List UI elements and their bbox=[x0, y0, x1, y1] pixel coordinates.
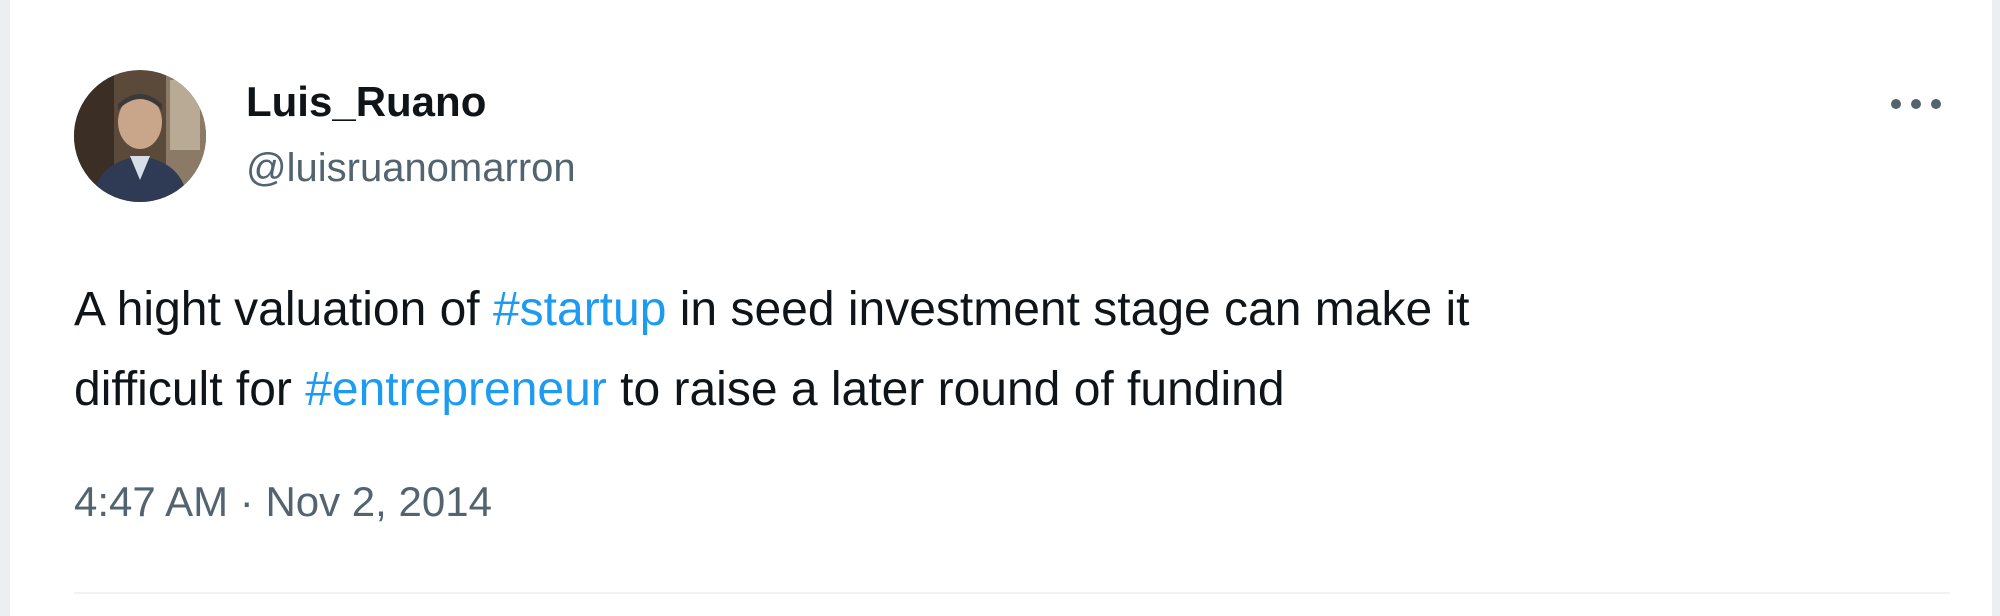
hashtag-link-startup[interactable]: #startup bbox=[493, 283, 666, 336]
tweet-text-segment: A hight valuation of bbox=[74, 283, 493, 336]
meta-separator: · bbox=[228, 478, 266, 525]
hashtag-link-entrepreneur[interactable]: #entrepreneur bbox=[305, 363, 607, 416]
tweet-timestamp: 4:47 AM · Nov 2, 2014 bbox=[74, 478, 492, 526]
tweet-text: A hight valuation of #startup in seed in… bbox=[74, 270, 1904, 430]
avatar-image bbox=[74, 70, 206, 202]
author-handle[interactable]: @luisruanomarron bbox=[246, 146, 576, 191]
tweet-text-segment: difficult for bbox=[74, 363, 306, 416]
more-horizontal-icon bbox=[1891, 99, 1941, 109]
window-right-edge bbox=[1992, 0, 2000, 616]
window-left-edge bbox=[0, 0, 10, 616]
tweet-card: Luis_Ruano @luisruanomarron A hight valu… bbox=[10, 0, 1992, 616]
tweet-text-line-2: difficult for #entrepreneur to raise a l… bbox=[74, 350, 1904, 430]
tweet-text-segment: to raise a later round of fundind bbox=[606, 363, 1285, 416]
tweet-text-segment: in seed investment stage can make it bbox=[666, 283, 1470, 336]
tweet-date-link[interactable]: Nov 2, 2014 bbox=[265, 478, 492, 525]
author-display-name[interactable]: Luis_Ruano bbox=[246, 78, 486, 126]
avatar[interactable] bbox=[74, 70, 206, 202]
more-options-button[interactable] bbox=[1882, 80, 1950, 128]
tweet-text-line-1: A hight valuation of #startup in seed in… bbox=[74, 270, 1904, 350]
divider bbox=[74, 592, 1950, 594]
tweet-time-link[interactable]: 4:47 AM bbox=[74, 478, 228, 525]
